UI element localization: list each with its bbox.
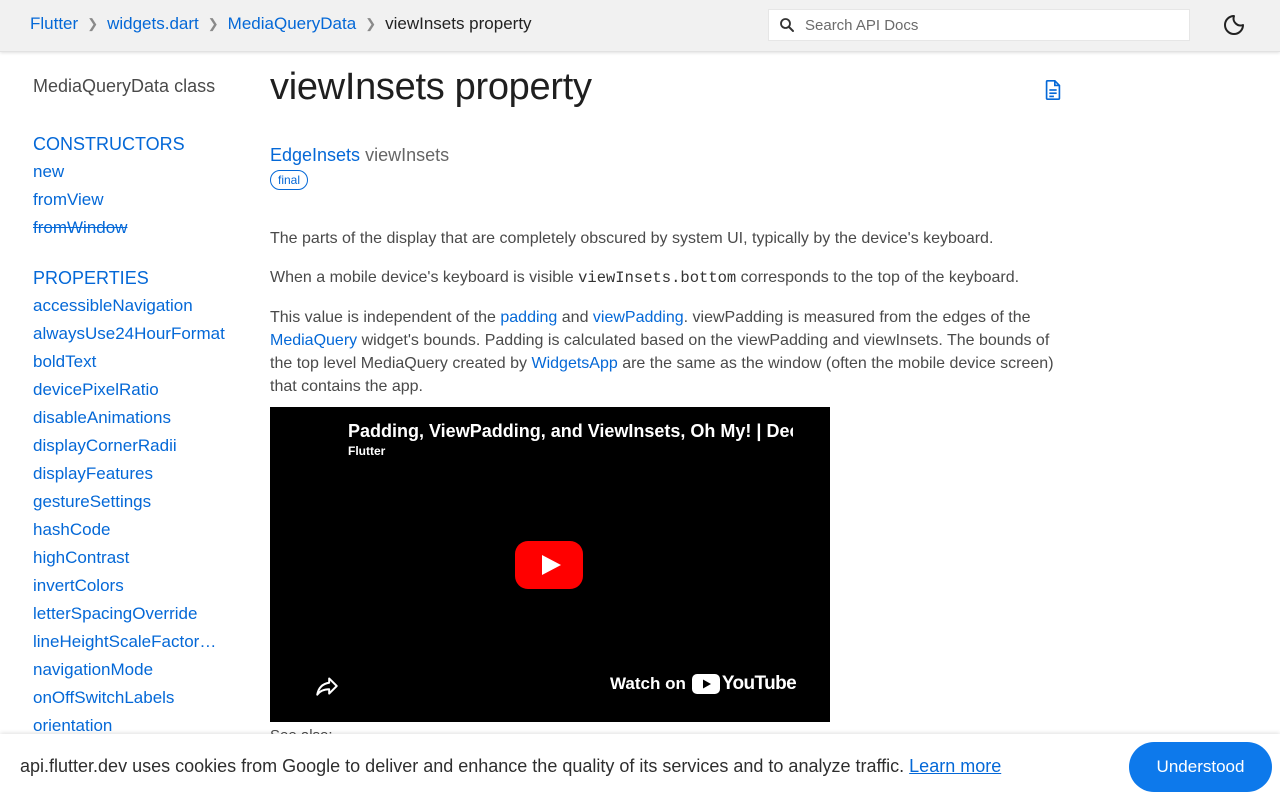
code-viewinsets-bottom: viewInsets.bottom <box>578 269 737 287</box>
description-paragraph-2: When a mobile device's keyboard is visib… <box>270 266 1070 290</box>
text-span: . viewPadding is measured from the edges… <box>683 309 1031 326</box>
cookie-banner: api.flutter.dev uses cookies from Google… <box>0 734 1280 800</box>
sidebar-item-navigationmode[interactable]: navigationMode <box>33 656 229 684</box>
play-button-icon[interactable] <box>515 541 583 589</box>
search-icon <box>769 9 805 41</box>
main-content: viewInsets property EdgeInsets viewInset… <box>270 52 1070 744</box>
sidebar-item-displayfeatures[interactable]: displayFeatures <box>33 460 229 488</box>
description-paragraph-3: This value is independent of the padding… <box>270 306 1070 398</box>
sidebar-item-alwaysuse24hourformat[interactable]: alwaysUse24HourFormat <box>33 320 229 348</box>
breadcrumb-current: viewInsets property <box>385 14 532 33</box>
text-span: When a mobile device's keyboard is visib… <box>270 269 579 286</box>
sidebar-item-hashcode[interactable]: hashCode <box>33 516 229 544</box>
sidebar-item-onoffswitchlabels[interactable]: onOffSwitchLabels <box>33 684 229 712</box>
breadcrumb-flutter[interactable]: Flutter <box>30 14 78 34</box>
understood-button[interactable]: Understood <box>1129 742 1272 792</box>
sidebar-item-disableanimations[interactable]: disableAnimations <box>33 404 229 432</box>
breadcrumb: Flutter ❯ widgets.dart ❯ MediaQueryData … <box>30 14 532 34</box>
youtube-logo-icon: YouTube <box>691 673 797 695</box>
sidebar-item-fromview[interactable]: fromView <box>33 186 229 214</box>
text-span: and <box>557 309 593 326</box>
signature-type-link[interactable]: EdgeInsets <box>270 145 360 165</box>
description: The parts of the display that are comple… <box>270 227 1070 398</box>
video-channel[interactable]: Flutter <box>348 444 385 458</box>
signature-name: viewInsets <box>365 145 450 165</box>
top-bar: Flutter ❯ widgets.dart ❯ MediaQueryData … <box>0 0 1280 52</box>
breadcrumb-mediaquerydata[interactable]: MediaQueryData <box>228 14 357 34</box>
property-signature: EdgeInsets viewInsets <box>270 145 1070 166</box>
sidebar-item-devicepixelratio[interactable]: devicePixelRatio <box>33 376 229 404</box>
description-paragraph-1: The parts of the display that are comple… <box>270 230 994 247</box>
chevron-right-icon: ❯ <box>207 16 219 31</box>
link-mediaquery[interactable]: MediaQuery <box>270 332 357 349</box>
page-title: viewInsets property <box>270 66 592 108</box>
sidebar-item-lineheightscalefactoroverride[interactable]: lineHeightScaleFactorOverride <box>33 628 229 656</box>
sidebar-item-displaycornerradii[interactable]: displayCornerRadii <box>33 432 229 460</box>
sidebar-item-letterspacingoverride[interactable]: letterSpacingOverride <box>33 600 229 628</box>
sidebar: MediaQueryData class CONSTRUCTORS new fr… <box>33 52 233 800</box>
sidebar-section-properties[interactable]: PROPERTIES <box>33 264 233 292</box>
link-viewpadding[interactable]: viewPadding <box>593 309 684 326</box>
learn-more-link[interactable]: Learn more <box>909 756 1001 776</box>
search-box <box>768 9 1190 41</box>
sidebar-section-constructors[interactable]: CONSTRUCTORS <box>33 130 233 158</box>
sidebar-item-highcontrast[interactable]: highContrast <box>33 544 229 572</box>
link-widgetsapp[interactable]: WidgetsApp <box>531 355 617 372</box>
watch-on-label: Watch on <box>610 674 686 693</box>
text-span: This value is independent of the <box>270 309 501 326</box>
cookie-notice: api.flutter.dev uses cookies from Google… <box>20 756 1001 777</box>
chevron-right-icon: ❯ <box>365 16 377 31</box>
sidebar-item-fromwindow[interactable]: fromWindow <box>33 214 229 242</box>
link-padding[interactable]: padding <box>500 309 557 326</box>
final-badge: final <box>270 170 309 190</box>
sidebar-item-gesturesettings[interactable]: gestureSettings <box>33 488 229 516</box>
search-input[interactable] <box>805 16 1175 34</box>
watch-on-youtube[interactable]: Watch on YouTube <box>610 673 797 695</box>
share-icon[interactable] <box>314 673 340 699</box>
sidebar-item-accessiblenavigation[interactable]: accessibleNavigation <box>33 292 229 320</box>
youtube-video-embed[interactable]: Padding, ViewPadding, and ViewInsets, Oh… <box>270 407 830 722</box>
chevron-right-icon: ❯ <box>87 16 99 31</box>
breadcrumb-widgets-dart[interactable]: widgets.dart <box>107 14 199 34</box>
view-source-icon[interactable] <box>1042 79 1064 101</box>
cookie-text: api.flutter.dev uses cookies from Google… <box>20 756 905 776</box>
video-title[interactable]: Padding, ViewPadding, and ViewInsets, Oh… <box>348 421 793 442</box>
moon-icon[interactable] <box>1222 13 1246 37</box>
sidebar-item-new[interactable]: new <box>33 158 229 186</box>
youtube-wordmark: YouTube <box>721 673 797 694</box>
sidebar-item-invertcolors[interactable]: invertColors <box>33 572 229 600</box>
text-span: corresponds to the top of the keyboard. <box>736 269 1020 286</box>
sidebar-item-boldtext[interactable]: boldText <box>33 348 229 376</box>
sidebar-class-title: MediaQueryData class <box>33 76 216 96</box>
